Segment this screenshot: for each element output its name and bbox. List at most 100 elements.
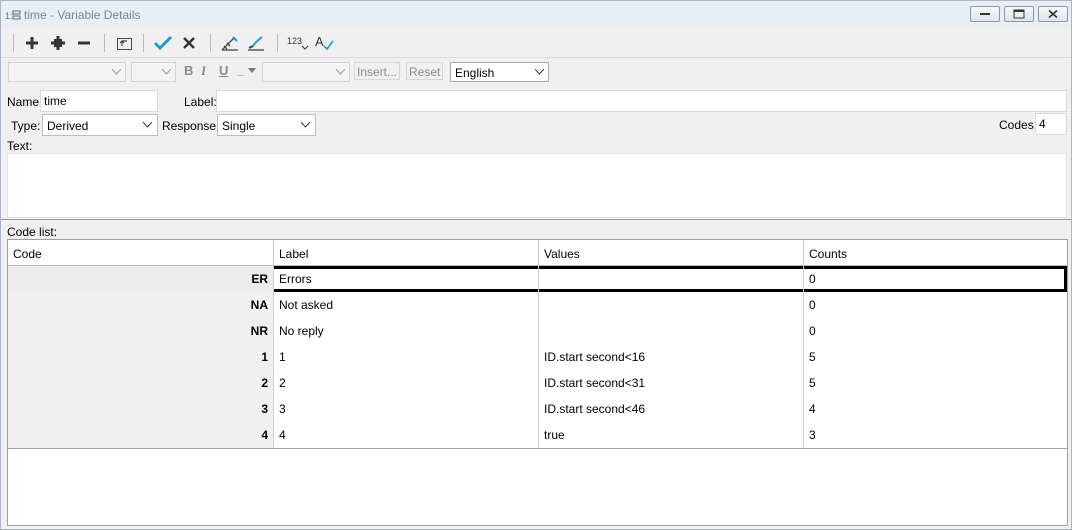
- column-header-label[interactable]: Label: [274, 240, 539, 266]
- edit-brush-button[interactable]: [244, 32, 266, 54]
- italic-button[interactable]: I: [201, 63, 206, 79]
- spellcheck-button[interactable]: A: [312, 32, 334, 54]
- response-select[interactable]: Single: [217, 114, 316, 136]
- code-cell[interactable]: NR: [8, 318, 274, 344]
- main-toolbar: 123 A: [1, 28, 1071, 58]
- grid-header: Code Label Values Counts: [8, 240, 1067, 266]
- counts-cell[interactable]: 3: [804, 422, 1067, 448]
- table-row[interactable]: NA Not asked 0: [8, 292, 1067, 318]
- language-value: English: [455, 66, 495, 80]
- maximize-button[interactable]: [1004, 6, 1034, 22]
- table-row[interactable]: 3 3 ID.start second<46 4: [8, 396, 1067, 422]
- font-size-select[interactable]: [131, 62, 176, 82]
- table-row[interactable]: 1 1 ID.start second<16 5: [8, 344, 1067, 370]
- chevron-down-icon: [143, 122, 152, 128]
- toolbar-separator: [143, 34, 144, 52]
- column-header-code[interactable]: Code: [8, 240, 274, 266]
- svg-text:123: 123: [287, 36, 302, 46]
- response-value: Single: [222, 119, 256, 133]
- counts-cell[interactable]: 5: [804, 370, 1067, 396]
- reset-button[interactable]: Reset: [406, 62, 444, 80]
- label-cell[interactable]: 4: [274, 422, 539, 448]
- label-cell[interactable]: Not asked: [274, 292, 539, 318]
- underline-button[interactable]: U: [219, 63, 228, 78]
- type-value: Derived: [47, 119, 89, 133]
- add-button[interactable]: [21, 32, 43, 54]
- table-row[interactable]: 2 2 ID.start second<31 5: [8, 370, 1067, 396]
- code-cell[interactable]: 1: [8, 344, 274, 370]
- counts-cell[interactable]: 0: [804, 266, 1067, 292]
- cancel-button[interactable]: [178, 32, 200, 54]
- label-cell[interactable]: 2: [274, 370, 539, 396]
- numbering-button[interactable]: 123: [285, 32, 309, 54]
- code-cell[interactable]: 4: [8, 422, 274, 448]
- values-cell[interactable]: true: [539, 422, 804, 448]
- apply-button[interactable]: [151, 32, 173, 54]
- chevron-down-icon: [247, 68, 256, 73]
- format-toolbar: B I U _ Insert... Reset English: [1, 58, 1071, 87]
- table-row[interactable]: ER Errors 0: [8, 266, 1067, 292]
- response-label: Response:: [162, 119, 220, 133]
- code-list-label: Code list:: [7, 225, 58, 239]
- code-list-grid[interactable]: Code Label Values Counts ER Errors 0 NA …: [7, 239, 1068, 526]
- counts-cell[interactable]: 0: [804, 318, 1067, 344]
- code-cell[interactable]: NA: [8, 292, 274, 318]
- counts-cell[interactable]: 4: [804, 396, 1067, 422]
- chevron-down-icon: [301, 122, 310, 128]
- title-bar[interactable]: 1: time - Variable Details: [1, 1, 1071, 28]
- values-cell[interactable]: [539, 292, 804, 318]
- variable-icon: 1:: [5, 9, 21, 21]
- code-cell[interactable]: 3: [8, 396, 274, 422]
- toolbar-separator: [277, 34, 278, 52]
- label-cell[interactable]: 3: [274, 396, 539, 422]
- window-title: time - Variable Details: [24, 8, 141, 22]
- code-cell[interactable]: 2: [8, 370, 274, 396]
- values-cell[interactable]: ID.start second<46: [539, 396, 804, 422]
- underline-style-button[interactable]: _: [237, 62, 256, 77]
- underline-style-label: _: [237, 62, 245, 77]
- name-label: Name:: [7, 95, 43, 109]
- toolbar-separator: [210, 34, 211, 52]
- values-cell[interactable]: [539, 318, 804, 344]
- values-cell[interactable]: [539, 266, 804, 292]
- type-select[interactable]: Derived: [42, 114, 158, 136]
- counts-cell[interactable]: 5: [804, 344, 1067, 370]
- codes-field[interactable]: 4: [1035, 113, 1067, 135]
- style-select[interactable]: [262, 62, 350, 82]
- svg-text:A: A: [315, 34, 324, 49]
- bold-button[interactable]: B: [184, 63, 193, 78]
- grid-last-row-border: [8, 448, 1067, 449]
- font-family-select[interactable]: [8, 62, 126, 82]
- text-label: Text:: [7, 139, 33, 153]
- column-header-counts[interactable]: Counts: [804, 240, 1067, 266]
- counts-cell[interactable]: 0: [804, 292, 1067, 318]
- table-row[interactable]: 4 4 true 3: [8, 422, 1067, 448]
- variable-details-window: 1: time - Variable Details 123 A B I U _…: [0, 0, 1072, 530]
- language-select[interactable]: English: [450, 62, 549, 82]
- name-field[interactable]: time: [40, 90, 158, 112]
- insert-button[interactable]: Insert...: [354, 62, 401, 80]
- table-row[interactable]: NR No reply 0: [8, 318, 1067, 344]
- code-cell[interactable]: ER: [8, 266, 274, 292]
- codes-label: Codes:: [999, 118, 1038, 132]
- remove-button[interactable]: [73, 32, 95, 54]
- label-cell[interactable]: 1: [274, 344, 539, 370]
- label-cell[interactable]: No reply: [274, 318, 539, 344]
- values-cell[interactable]: ID.start second<31: [539, 370, 804, 396]
- minimize-button[interactable]: [970, 6, 1000, 22]
- label-label: Label:: [184, 95, 217, 109]
- toolbar-separator: [13, 34, 14, 52]
- toolbar-separator: [104, 34, 105, 52]
- values-cell[interactable]: ID.start second<16: [539, 344, 804, 370]
- up-level-button[interactable]: [113, 32, 135, 54]
- edit-ruler-button[interactable]: [218, 32, 240, 54]
- label-field[interactable]: [216, 90, 1067, 112]
- column-header-values[interactable]: Values: [539, 240, 804, 266]
- chevron-down-icon: [535, 69, 544, 75]
- type-label: Type:: [11, 119, 41, 133]
- close-button[interactable]: [1038, 6, 1068, 22]
- label-cell[interactable]: Errors: [274, 266, 539, 292]
- text-area[interactable]: [7, 153, 1067, 218]
- svg-text:1:: 1:: [5, 11, 13, 21]
- add-multiple-button[interactable]: [47, 32, 69, 54]
